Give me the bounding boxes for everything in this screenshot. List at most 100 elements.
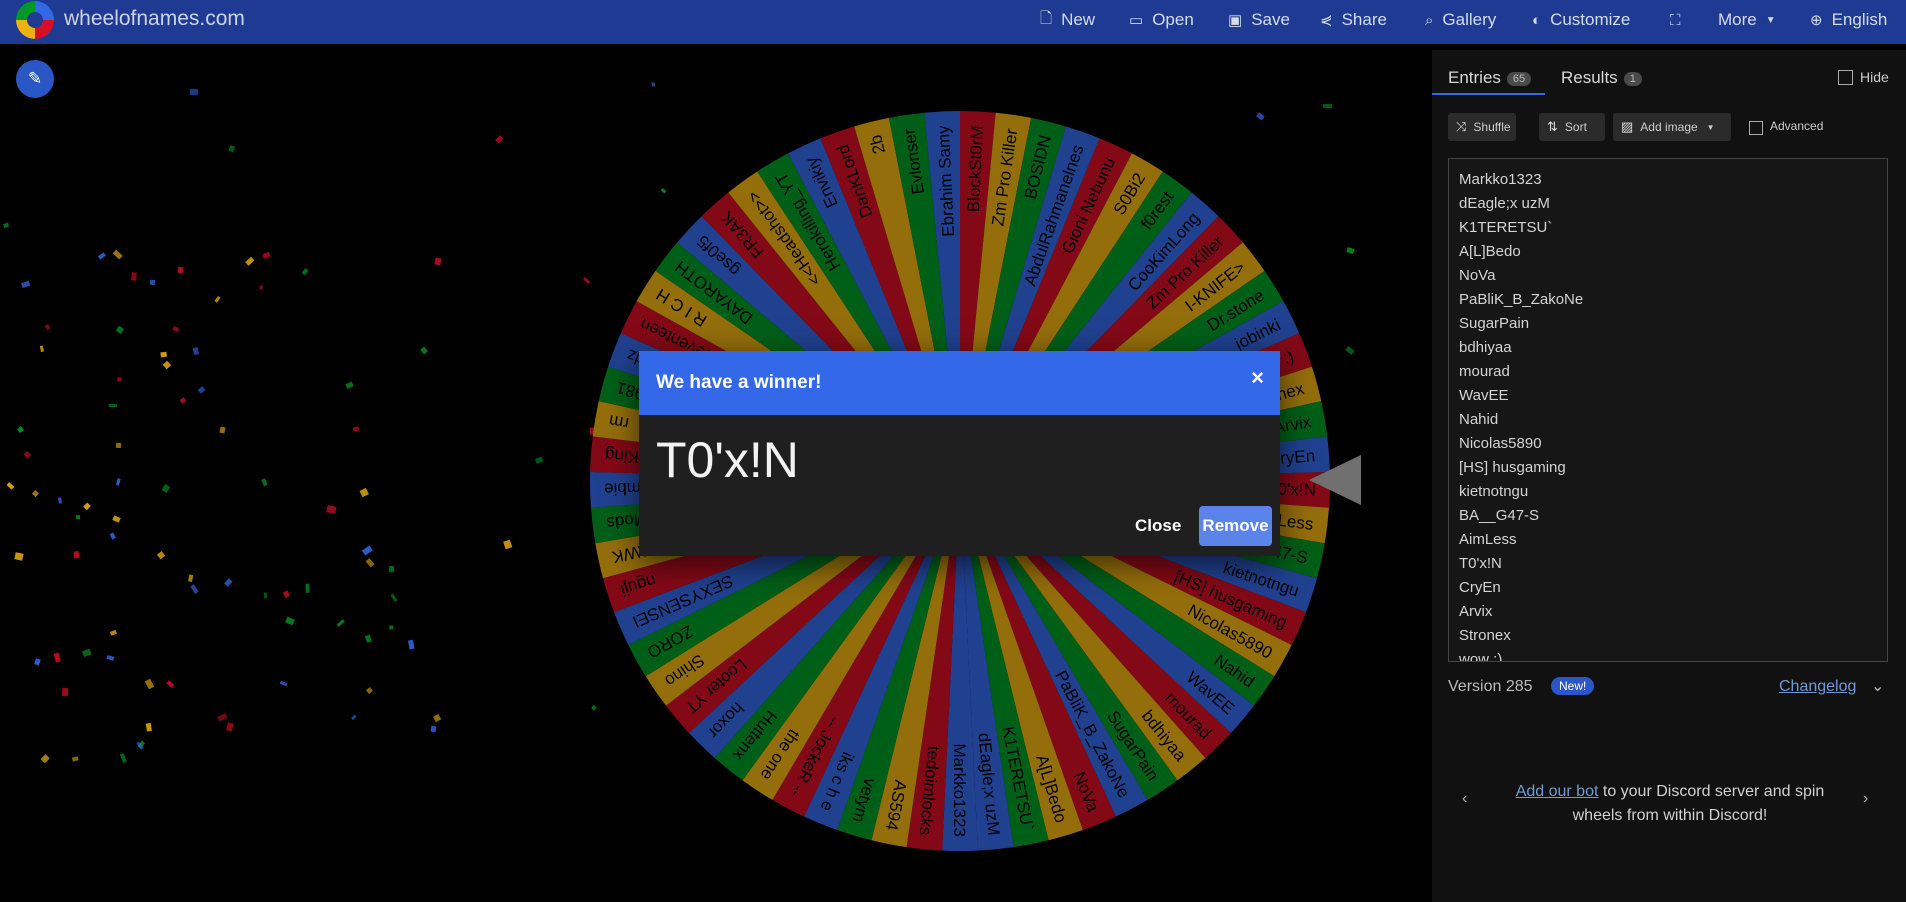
entry-line: K1TERETSU`	[1459, 219, 1553, 236]
confetti-piece	[262, 251, 271, 259]
confetti-piece	[131, 272, 138, 281]
confetti-piece	[388, 565, 394, 573]
confetti-piece	[245, 256, 255, 266]
chevron-down-icon: ▼	[1706, 122, 1715, 132]
sort-button[interactable]: ⇅ Sort	[1539, 113, 1605, 141]
advanced-checkbox[interactable]	[1749, 121, 1763, 135]
confetti-piece	[197, 386, 206, 395]
confetti-piece	[106, 654, 115, 661]
close-button[interactable]: Close	[1125, 506, 1191, 546]
entry-line: wow :)	[1459, 651, 1503, 662]
confetti-piece	[326, 504, 336, 514]
nav-customize-button[interactable]: ◐ Customize	[1532, 0, 1630, 40]
nav-more-button[interactable]: More ▼	[1718, 0, 1785, 40]
confetti-piece	[6, 482, 15, 490]
nav-gallery-button[interactable]: ⌕ Gallery	[1425, 0, 1496, 40]
nav-save-button[interactable]: ▣ Save	[1228, 0, 1290, 40]
entry-line: Stronex	[1459, 627, 1511, 644]
changelog-link[interactable]: Changelog	[1779, 678, 1856, 696]
palette-icon: ◐	[1532, 11, 1542, 29]
add-image-label: Add image	[1640, 120, 1698, 134]
shuffle-label: Shuffle	[1473, 120, 1511, 134]
confetti-piece	[651, 81, 656, 87]
confetti-piece	[23, 451, 32, 459]
folder-icon: ▭	[1129, 12, 1144, 29]
nav-fullscreen-button[interactable]: ⛶	[1670, 0, 1690, 40]
confetti-piece	[116, 376, 122, 382]
nav-open-label: Open	[1152, 10, 1194, 29]
confetti-piece	[146, 722, 153, 732]
entry-line: Nahid	[1459, 411, 1499, 428]
file-icon: 🗋	[1040, 9, 1053, 27]
entry-line: Nicolas5890	[1459, 435, 1542, 452]
nav-more-label: More	[1718, 10, 1757, 29]
confetti-piece	[432, 714, 441, 723]
edit-pencil-button[interactable]: ✎	[16, 60, 54, 98]
confetti-piece	[57, 496, 62, 504]
wheel-segment-label: Markko1323	[950, 743, 969, 837]
logo-icon[interactable]	[16, 1, 54, 39]
discord-bot-link[interactable]: Add our bot	[1516, 783, 1599, 800]
nav-language-label: English	[1831, 10, 1888, 29]
confetti-piece	[172, 326, 180, 333]
site-title[interactable]: wheelofnames.com	[64, 7, 245, 31]
tab-results[interactable]: Results 1	[1561, 68, 1642, 88]
chevron-down-icon: ▼	[1765, 14, 1776, 26]
entry-line: PaBliK_B_ZakoNe	[1459, 291, 1584, 308]
confetti-piece	[53, 652, 61, 663]
discord-promo-text: to your Discord server and spin wheels f…	[1572, 783, 1825, 824]
nav-language-button[interactable]: ⊕ English	[1810, 0, 1887, 40]
confetti-piece	[109, 532, 116, 540]
entry-line: T0'x!N	[1459, 555, 1502, 572]
nav-share-button[interactable]: ⋞ Share	[1320, 0, 1387, 40]
confetti-piece	[73, 551, 80, 559]
confetti-piece	[364, 634, 373, 644]
chevron-down-icon[interactable]: ⌄	[1871, 676, 1884, 696]
confetti-piece	[167, 679, 175, 687]
chevron-left-icon[interactable]: ‹	[1462, 790, 1467, 808]
image-icon: ▨	[1621, 119, 1634, 134]
discord-promo: Add our bot to your Discord server and s…	[1500, 780, 1840, 828]
entry-line: NoVa	[1459, 267, 1496, 284]
confetti-piece	[161, 484, 171, 494]
add-image-button[interactable]: ▨ Add image ▼	[1613, 113, 1731, 141]
nav-open-button[interactable]: ▭ Open	[1129, 0, 1194, 40]
entry-line: Arvix	[1459, 603, 1493, 620]
confetti-piece	[279, 680, 288, 687]
new-badge: New!	[1551, 677, 1595, 695]
confetti-piece	[535, 456, 543, 464]
entries-textarea[interactable]: Markko1323 dEagle;x uzM K1TERETSU` A[L]Bedo…	[1448, 158, 1888, 662]
confetti-piece	[1345, 345, 1355, 355]
sort-icon: ⇅	[1547, 119, 1558, 134]
confetti-piece	[113, 515, 122, 524]
hide-checkbox[interactable]	[1838, 70, 1853, 85]
chevron-right-icon[interactable]: ›	[1863, 790, 1868, 808]
nav-save-label: Save	[1251, 10, 1290, 29]
confetti-piece	[259, 285, 264, 290]
confetti-piece	[97, 251, 107, 260]
confetti-piece	[1322, 103, 1332, 108]
nav-new-button[interactable]: 🗋 New	[1040, 0, 1095, 40]
shuffle-button[interactable]: ⤨ Shuffle	[1448, 113, 1516, 141]
nav-new-label: New	[1061, 10, 1096, 29]
confetti-piece	[34, 657, 41, 665]
share-icon: ⋞	[1320, 12, 1333, 29]
confetti-piece	[109, 629, 117, 636]
shuffle-icon: ⤨	[1456, 119, 1467, 134]
confetti-piece	[282, 589, 290, 598]
close-icon[interactable]: ×	[1251, 365, 1264, 391]
confetti-piece	[285, 617, 295, 626]
confetti-piece	[263, 592, 268, 599]
confetti-piece	[226, 722, 235, 732]
entry-line: AimLess	[1459, 531, 1517, 548]
results-count-badge: 1	[1623, 71, 1642, 86]
pencil-icon: ✎	[27, 69, 43, 88]
confetti-piece	[430, 725, 437, 733]
tab-entries[interactable]: Entries 65	[1448, 68, 1532, 88]
entry-line: Markko1323	[1459, 171, 1542, 188]
confetti-piece	[189, 88, 199, 95]
confetti-piece	[41, 754, 51, 763]
confetti-piece	[61, 688, 69, 697]
version-label: Version 285	[1448, 678, 1533, 695]
remove-button[interactable]: Remove	[1199, 506, 1272, 546]
